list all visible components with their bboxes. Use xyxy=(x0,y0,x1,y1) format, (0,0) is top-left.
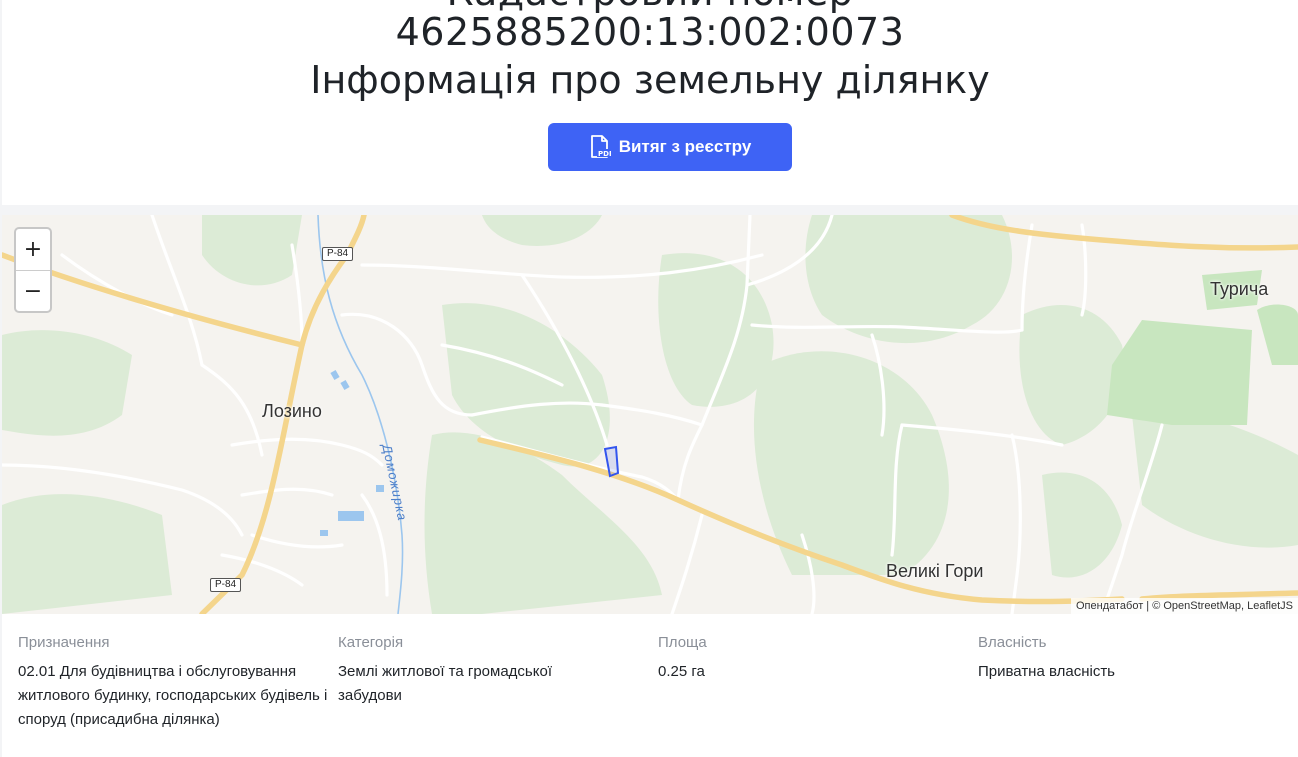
road-shield-p84-south: Р-84 xyxy=(210,578,242,592)
place-turycha: Турича xyxy=(1210,279,1269,299)
download-extract-button[interactable]: PDF Витяг з реєстру xyxy=(548,123,792,171)
purpose-value: 02.01 Для будівництва і обслуговування ж… xyxy=(18,663,328,728)
map-tiles xyxy=(2,215,1298,614)
category-label: Категорія xyxy=(338,634,404,651)
purpose-label: Призначення xyxy=(18,634,110,651)
pdf-file-icon: PDF xyxy=(589,135,611,159)
parcel-info: Призначення 02.01 Для будівництва і обсл… xyxy=(2,614,1298,757)
parcel-map[interactable]: + − Р-84 Р-84 Лозино Турича Великі Гори … xyxy=(2,215,1298,614)
info-purpose: Призначення 02.01 Для будівництва і обсл… xyxy=(18,634,328,732)
ownership-value: Приватна власність xyxy=(978,663,1115,680)
category-value: Землі житлової та громадської забудови xyxy=(338,663,552,704)
download-extract-label: Витяг з реєстру xyxy=(618,137,752,156)
zoom-out-button[interactable]: − xyxy=(16,270,50,312)
ownership-label: Власність xyxy=(978,634,1047,651)
cadastral-number: 4625885200:13:002:0073 xyxy=(395,10,905,54)
info-ownership: Власність Приватна власність xyxy=(978,634,1288,684)
page-title: Інформація про земельну ділянку xyxy=(310,58,990,102)
header-card: Кадастровий номер 4625885200:13:002:0073… xyxy=(2,0,1298,205)
area-label: Площа xyxy=(658,634,707,651)
place-lozyno: Лозино xyxy=(262,401,322,421)
map-attribution: Опендатабот | © OpenStreetMap, LeafletJS xyxy=(1070,598,1298,614)
svg-text:PDF: PDF xyxy=(598,150,611,158)
info-category: Категорія Землі житлової та громадської … xyxy=(338,634,588,708)
road-shield-p84-north: Р-84 xyxy=(322,247,354,261)
info-area: Площа 0.25 га xyxy=(658,634,968,684)
zoom-in-button[interactable]: + xyxy=(16,229,50,270)
zoom-control: + − xyxy=(14,227,52,313)
area-value: 0.25 га xyxy=(658,663,705,680)
place-velyki-hory: Великі Гори xyxy=(886,561,984,581)
